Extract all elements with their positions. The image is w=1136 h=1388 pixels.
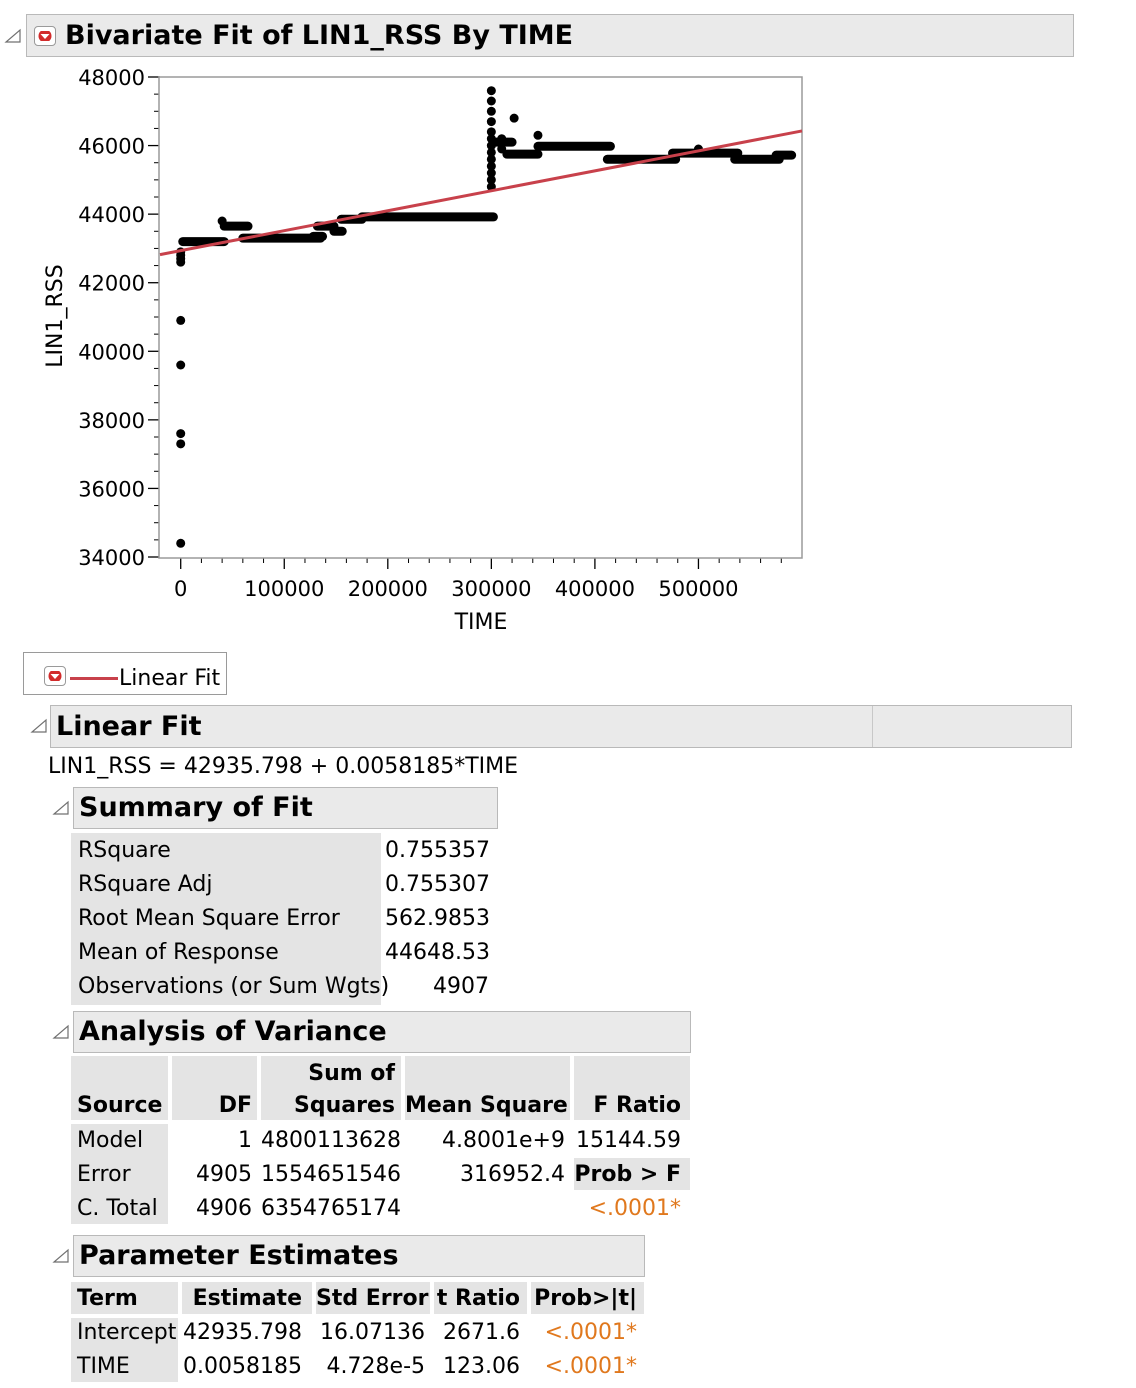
y-axis-label: LIN1_RSS [43, 264, 68, 367]
data-point [176, 439, 186, 449]
y-tick-label: 38000 [78, 409, 145, 433]
data-point [486, 96, 496, 106]
red-triangle-icon [48, 671, 62, 681]
summary-value: 44648.53 [385, 940, 490, 965]
y-tick-label: 48000 [78, 66, 145, 90]
collapse-triangle-icon[interactable] [52, 1248, 70, 1268]
data-point [217, 216, 227, 226]
x-tick-label: 300000 [451, 577, 531, 601]
anova-df: 4906 [196, 1196, 252, 1221]
summary-label: Observations (or Sum Wgts) [78, 974, 390, 999]
legend-line-swatch [70, 677, 118, 680]
y-tick-label: 42000 [78, 272, 145, 296]
params-prob: <.0001* [544, 1320, 637, 1345]
anova-header-df: DF [218, 1093, 252, 1118]
data-point [497, 144, 507, 154]
x-tick-label: 500000 [658, 577, 738, 601]
anova-ss: 6354765174 [261, 1196, 401, 1221]
anova-ss: 1554651546 [261, 1162, 401, 1187]
x-tick-label: 100000 [244, 577, 324, 601]
report-title: Bivariate Fit of LIN1_RSS By TIME [65, 20, 574, 51]
params-header-estimate: Estimate [192, 1286, 302, 1311]
legend-label: Linear Fit [119, 666, 221, 691]
summary-label: RSquare Adj [78, 872, 213, 897]
anova-source: C. Total [77, 1196, 158, 1221]
summary-value: 0.755307 [385, 872, 490, 897]
x-axis-label: TIME [454, 610, 508, 635]
anova-source: Error [77, 1162, 131, 1187]
data-point [486, 86, 496, 96]
anova-header-ss-bottom: Squares [294, 1093, 395, 1118]
anova-ms: 4.8001e+9 [442, 1128, 565, 1153]
anova-f-ratio: 15144.59 [576, 1128, 681, 1153]
params-t-ratio: 2671.6 [443, 1320, 520, 1345]
anova-header-ms: Mean Square [405, 1093, 568, 1118]
y-tick-label: 40000 [78, 340, 145, 364]
summary-value: 4907 [433, 974, 489, 999]
anova-ms: 316952.4 [460, 1162, 565, 1187]
params-t-ratio: 123.06 [443, 1354, 520, 1379]
linear-fit-header-bar [50, 705, 1072, 748]
x-tick-label: 200000 [348, 577, 428, 601]
red-triangle-icon [38, 31, 52, 41]
params-header-t-ratio: t Ratio [436, 1286, 520, 1311]
data-point [486, 127, 496, 137]
anova-title: Analysis of Variance [79, 1016, 387, 1047]
data-point [176, 315, 186, 325]
params-estimate: 42935.798 [183, 1320, 302, 1345]
params-header-std-error: Std Error [316, 1286, 429, 1311]
y-tick-label: 44000 [78, 203, 145, 227]
y-tick-label: 34000 [78, 546, 145, 570]
collapse-triangle-icon[interactable] [52, 1024, 70, 1044]
anova-header-source: Source [77, 1093, 163, 1118]
data-point [176, 538, 186, 548]
fit-equation: LIN1_RSS = 42935.798 + 0.0058185*TIME [48, 754, 519, 779]
anova-ss: 4800113628 [261, 1128, 401, 1153]
data-point [176, 429, 186, 439]
data-point [486, 106, 496, 116]
y-tick-label: 36000 [78, 477, 145, 501]
params-header-prob: Prob>|t| [534, 1286, 637, 1311]
params-term: Intercept [77, 1320, 177, 1345]
anova-header-prob: Prob > F [574, 1162, 681, 1187]
collapse-triangle-icon[interactable] [30, 718, 48, 738]
anova-header-f: F Ratio [593, 1093, 681, 1118]
x-tick-label: 400000 [555, 577, 635, 601]
data-point [533, 130, 543, 140]
data-point [509, 113, 519, 123]
summary-label: Mean of Response [78, 940, 279, 965]
anova-prob-f: <.0001* [588, 1196, 681, 1221]
data-point [486, 117, 496, 127]
scatter-plot: LIN1_RSS 34000 36000 38000 40000 42000 44000 4… [43, 66, 803, 635]
summary-label: RSquare [78, 838, 171, 863]
params-term: TIME [77, 1354, 130, 1379]
summary-value: 562.9853 [385, 906, 490, 931]
params-title: Parameter Estimates [79, 1240, 399, 1271]
params-std-error: 4.728e-5 [326, 1354, 425, 1379]
params-prob: <.0001* [544, 1354, 637, 1379]
summary-value: 0.755357 [385, 838, 490, 863]
linear-fit-menu-button[interactable] [44, 666, 66, 686]
anova-df: 1 [238, 1128, 252, 1153]
summary-title: Summary of Fit [79, 792, 313, 823]
params-estimate: 0.0058185 [183, 1354, 302, 1379]
x-tick-label: 0 [174, 577, 187, 601]
collapse-triangle-icon[interactable] [4, 28, 22, 48]
params-std-error: 16.07136 [320, 1320, 425, 1345]
summary-label: Root Mean Square Error [78, 906, 340, 931]
data-point [497, 134, 507, 144]
y-tick-label: 46000 [78, 135, 145, 159]
data-point [176, 360, 186, 370]
anova-source: Model [77, 1128, 144, 1153]
collapse-triangle-icon[interactable] [52, 800, 70, 820]
params-header-term: Term [77, 1286, 138, 1311]
anova-df: 4905 [196, 1162, 252, 1187]
linear-fit-title: Linear Fit [56, 711, 202, 742]
report-menu-button[interactable] [34, 26, 56, 46]
anova-header-ss-top: Sum of [308, 1061, 395, 1086]
